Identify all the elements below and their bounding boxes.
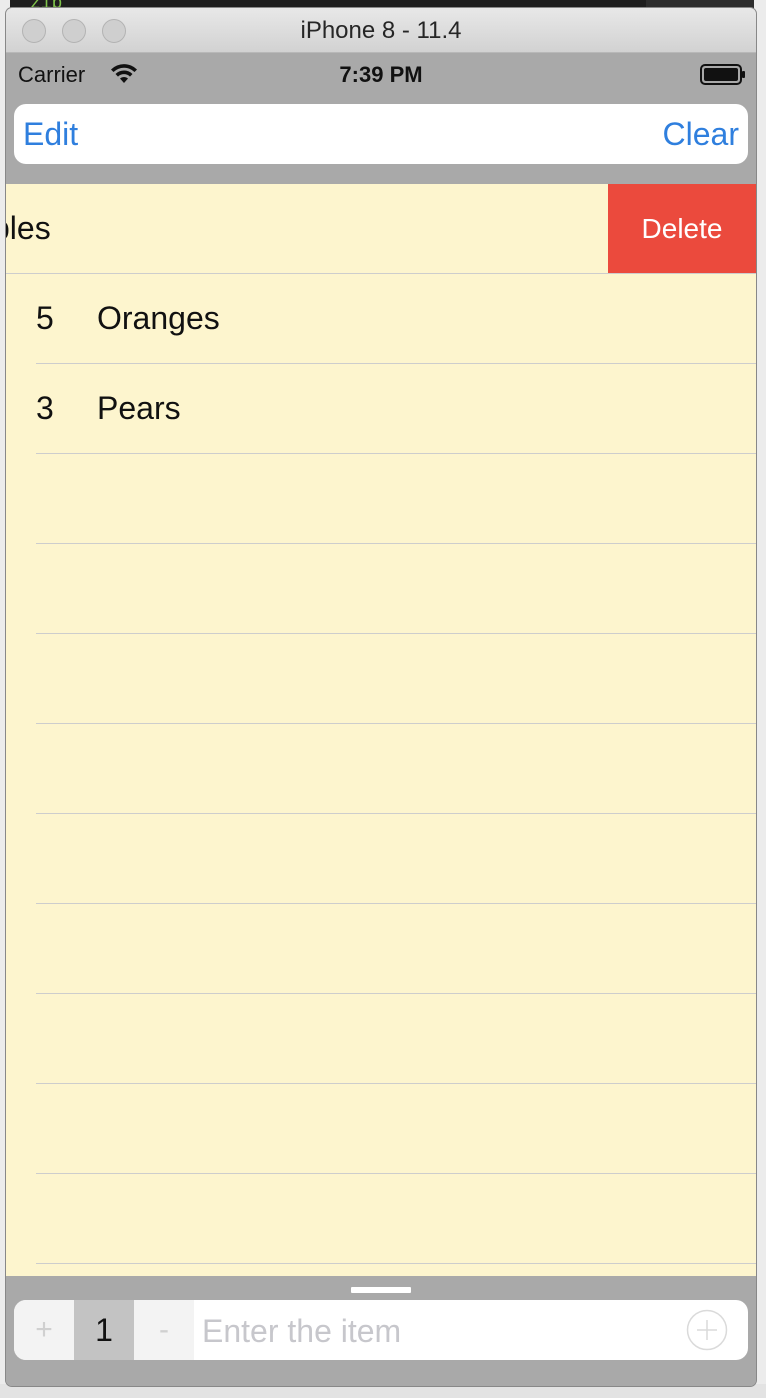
battery-icon xyxy=(700,64,745,85)
delete-button[interactable]: Delete xyxy=(608,184,756,273)
add-circle-icon[interactable] xyxy=(686,1309,728,1351)
window-titlebar: iPhone 8 - 11.4 xyxy=(6,8,756,53)
drag-handle[interactable] xyxy=(351,1287,411,1293)
items-table[interactable]: ples Delete 5 Oranges 3 Pears xyxy=(6,184,756,1276)
navigation-bar: Edit Clear xyxy=(14,104,748,164)
decrement-button[interactable]: - xyxy=(134,1300,194,1360)
quantity-value: 1 xyxy=(74,1300,134,1360)
table-row[interactable]: ples Delete xyxy=(6,184,756,274)
empty-row xyxy=(6,1084,756,1174)
increment-button[interactable]: + xyxy=(14,1300,74,1360)
item-quantity: 3 xyxy=(36,390,54,426)
item-name: Pears xyxy=(97,390,181,426)
empty-row xyxy=(6,544,756,634)
item-name-input[interactable] xyxy=(200,1300,684,1360)
item-quantity: 5 xyxy=(36,300,54,336)
table-row[interactable]: 3 Pears xyxy=(6,364,756,454)
row-separator xyxy=(36,1263,756,1264)
table-row[interactable]: 5 Oranges xyxy=(6,274,756,364)
background-window-edge-bottom xyxy=(0,1384,766,1398)
empty-row xyxy=(6,904,756,994)
clear-button[interactable]: Clear xyxy=(663,116,739,153)
empty-row xyxy=(6,724,756,814)
item-entry-bar: + 1 - xyxy=(14,1300,748,1360)
window-title: iPhone 8 - 11.4 xyxy=(300,17,462,44)
input-toolbar: + 1 - xyxy=(6,1276,756,1386)
empty-row xyxy=(6,454,756,544)
empty-row xyxy=(6,994,756,1084)
empty-row xyxy=(6,1174,756,1264)
item-name: Oranges xyxy=(97,300,220,336)
empty-row xyxy=(6,634,756,724)
status-time: 7:39 PM xyxy=(339,62,423,87)
device-screen: Carrier 7:39 PM Edit Clear les Delete 5 … xyxy=(6,53,756,1386)
empty-row xyxy=(6,814,756,904)
edit-button[interactable]: Edit xyxy=(23,116,78,153)
item-name: ples xyxy=(6,210,51,246)
simulator-window: iPhone 8 - 11.4 Carrier 7:39 PM Edit Cle… xyxy=(6,8,756,1386)
status-bar: Carrier 7:39 PM xyxy=(6,53,756,97)
